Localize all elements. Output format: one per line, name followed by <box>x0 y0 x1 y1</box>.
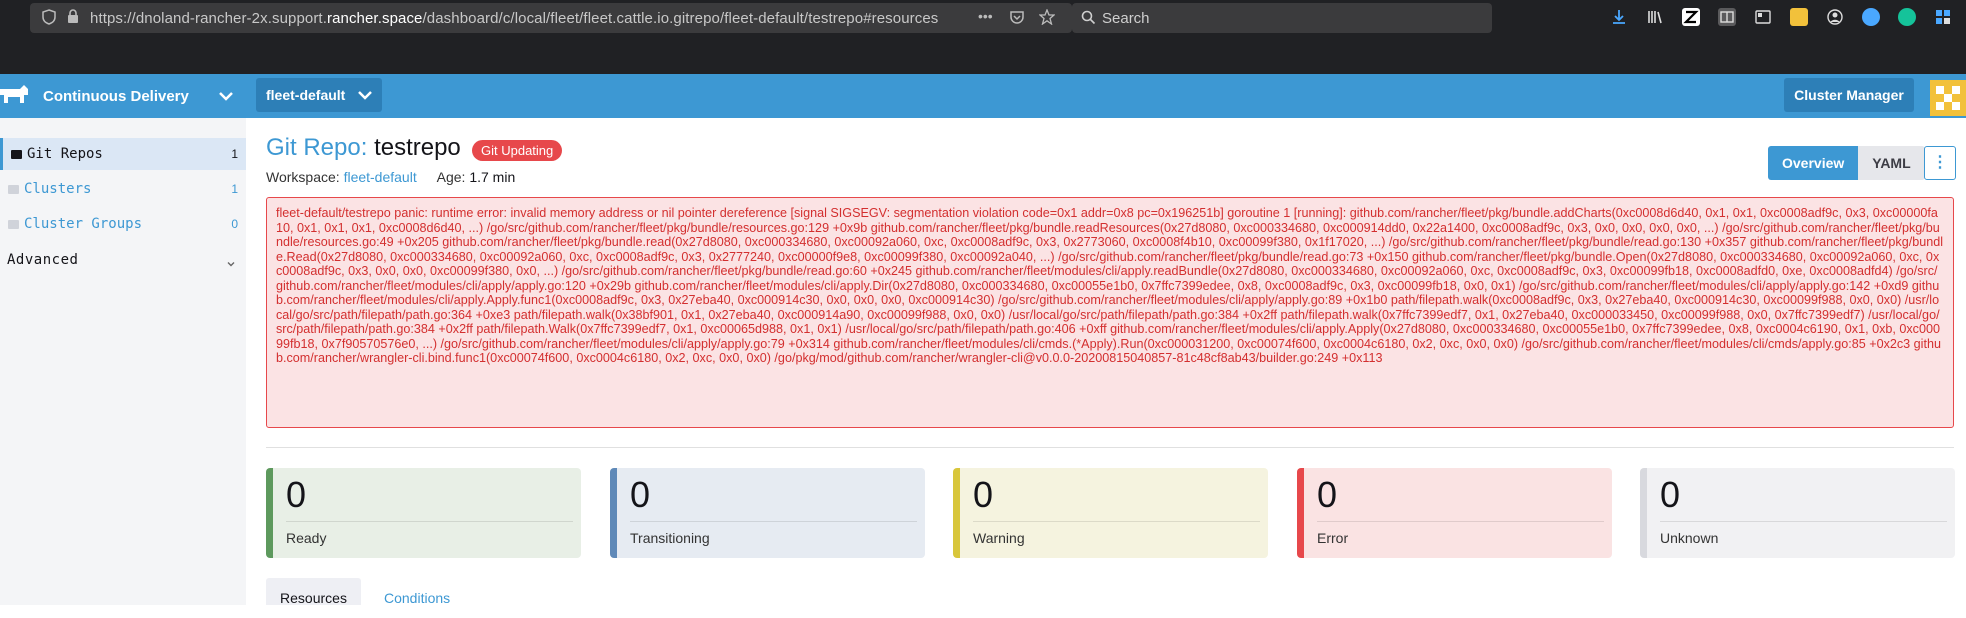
reader-view-icon[interactable] <box>1718 8 1736 26</box>
tab-resources[interactable]: Resources <box>266 578 361 606</box>
status-card-value: 0 <box>286 474 307 515</box>
status-card-label: Transitioning <box>630 530 710 546</box>
notes-icon[interactable] <box>1790 8 1808 26</box>
chevron-down-icon <box>356 86 374 104</box>
browser-search-input[interactable]: Search <box>1072 3 1492 33</box>
divider <box>286 521 573 522</box>
folder-icon <box>11 149 22 159</box>
divider <box>973 521 1260 522</box>
age-label: Age: <box>436 169 466 185</box>
browser-tab-strip <box>0 38 1966 74</box>
cluster-manager-button[interactable]: Cluster Manager <box>1784 78 1914 112</box>
sidebar-item-git-repos[interactable]: Git Repos 1 <box>0 138 246 170</box>
grammarly-icon[interactable] <box>1898 8 1916 26</box>
rancher-logo-icon <box>0 81 30 111</box>
divider <box>266 447 1954 448</box>
pocket-icon[interactable] <box>1008 9 1026 27</box>
status-card-ready[interactable]: 0 Ready <box>266 468 581 558</box>
status-card-error[interactable]: 0 Error <box>1297 468 1612 558</box>
sidebar-item-label: Clusters <box>24 181 92 197</box>
chevron-down-icon[interactable] <box>216 86 236 106</box>
status-card-value: 0 <box>1317 474 1338 515</box>
overview-button[interactable]: Overview <box>1768 146 1859 180</box>
page-title: Git Repo: testrepo <box>266 134 461 162</box>
search-icon <box>1081 10 1096 30</box>
workspace-select[interactable]: fleet-default <box>256 78 382 112</box>
sidebar-item-label: Git Repos <box>27 146 103 162</box>
page-title-name: testrepo <box>374 134 461 161</box>
page-meta: Workspace: fleet-default Age: 1.7 min <box>266 169 515 185</box>
shield-icon[interactable] <box>40 9 58 27</box>
folder-icon <box>8 184 19 194</box>
download-icon[interactable] <box>1610 8 1628 26</box>
status-card-unknown[interactable]: 0 Unknown <box>1640 468 1955 558</box>
browser-extension-icons <box>1610 8 1966 26</box>
star-icon[interactable] <box>1038 8 1056 27</box>
status-card-value: 0 <box>973 474 994 515</box>
divider <box>630 521 917 522</box>
page-title-kind: Git Repo: <box>266 134 368 161</box>
workspace-link[interactable]: fleet-default <box>344 169 417 185</box>
account-icon[interactable] <box>1826 8 1844 26</box>
age-value: 1.7 min <box>469 169 516 185</box>
divider <box>1660 521 1947 522</box>
extensions-menu-icon[interactable] <box>1934 8 1952 26</box>
status-card-label: Warning <box>973 530 1025 546</box>
status-card-value: 0 <box>1660 474 1681 515</box>
search-placeholder: Search <box>1102 9 1150 27</box>
workspace-label: Workspace: <box>266 169 340 185</box>
sidebar-group-advanced[interactable]: Advanced <box>7 252 78 268</box>
lock-icon[interactable] <box>64 9 82 27</box>
sidebar-item-cluster-groups[interactable]: Cluster Groups 0 <box>0 208 246 240</box>
status-card-warning[interactable]: 0 Warning <box>953 468 1268 558</box>
sidebar-toggle-icon[interactable] <box>1754 8 1772 26</box>
url-text: https://dnoland-rancher-2x.support.ranch… <box>90 9 939 27</box>
zotero-icon[interactable] <box>1682 8 1700 26</box>
divider <box>1317 521 1604 522</box>
avatar[interactable] <box>1930 80 1966 116</box>
extension-icon[interactable] <box>1862 8 1880 26</box>
sidebar-item-count: 1 <box>231 182 238 196</box>
chevron-down-icon[interactable] <box>226 256 236 267</box>
more-actions-icon[interactable]: ••• <box>978 8 993 24</box>
error-message: fleet-default/testrepo panic: runtime er… <box>276 206 1944 365</box>
sidebar-item-count: 0 <box>231 217 238 231</box>
browser-toolbar: https://dnoland-rancher-2x.support.ranch… <box>0 0 1966 38</box>
status-card-label: Ready <box>286 530 327 546</box>
status-card-value: 0 <box>630 474 651 515</box>
sidebar-item-clusters[interactable]: Clusters 1 <box>0 173 246 205</box>
url-bar[interactable]: https://dnoland-rancher-2x.support.ranch… <box>30 3 1072 33</box>
status-badge: Git Updating <box>472 140 563 161</box>
status-card-label: Unknown <box>1660 530 1719 546</box>
sidebar: Git Repos 1 Clusters 1 Cluster Groups 0 … <box>0 118 246 605</box>
sidebar-item-label: Cluster Groups <box>24 216 143 232</box>
workspace-select-value: fleet-default <box>266 87 346 103</box>
product-switcher[interactable]: Continuous Delivery <box>0 74 246 118</box>
status-card-label: Error <box>1317 530 1349 546</box>
folder-icon <box>8 219 19 229</box>
yaml-button[interactable]: YAML <box>1858 146 1925 180</box>
error-banner: fleet-default/testrepo panic: runtime er… <box>266 197 1954 428</box>
app-header: Continuous Delivery fleet-default Cluste… <box>0 74 1966 118</box>
more-actions-button[interactable]: ⋮ <box>1924 146 1956 180</box>
library-icon[interactable] <box>1646 8 1664 26</box>
status-card-transitioning[interactable]: 0 Transitioning <box>610 468 925 558</box>
tab-conditions[interactable]: Conditions <box>384 578 450 606</box>
sidebar-item-count: 1 <box>231 147 238 161</box>
view-toggle: Overview YAML <box>1768 146 1925 180</box>
product-name: Continuous Delivery <box>43 87 189 105</box>
